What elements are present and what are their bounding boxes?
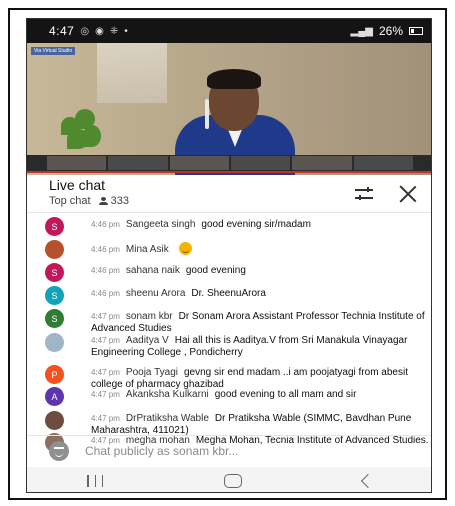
phone-screen: 4:47 ◎ ◉ ⁜ • ▂▄▆ 26% Via Virtual Studio — [26, 18, 432, 493]
whatsapp-icon: ◎ — [80, 25, 90, 37]
avatar[interactable]: P — [45, 365, 64, 384]
earphone-wire — [205, 99, 209, 129]
message-body: Dr. SheenuArora — [191, 288, 266, 299]
chat-header: Live chat Top chat 333 — [27, 175, 431, 213]
viewer-count-value: 333 — [110, 195, 129, 207]
avatar[interactable]: A — [45, 387, 64, 406]
participant-thumbnail[interactable] — [108, 156, 168, 170]
avatar[interactable] — [45, 240, 64, 259]
participant-thumbnail[interactable] — [47, 156, 107, 170]
message-time: 4:47 pm — [91, 312, 120, 321]
status-left: 4:47 ◎ ◉ ⁜ • — [49, 24, 128, 38]
filter-icon[interactable] — [355, 187, 373, 201]
avatar[interactable]: S — [45, 286, 64, 305]
avatar[interactable]: S — [45, 263, 64, 282]
chrome-icon: ◉ — [95, 25, 104, 37]
chat-message-text: 4:47 pm Akanksha Kulkarni good evening to … — [91, 389, 431, 401]
message-time: 4:47 pm — [91, 390, 120, 399]
message-time: 4:46 pm — [91, 266, 120, 275]
avatar[interactable]: S — [45, 309, 64, 328]
chat-message-text: 4:47 pm DrPratiksha Wable Dr Pratiksha Wab… — [91, 413, 431, 436]
message-author[interactable]: Akanksha Kulkarni — [126, 389, 209, 400]
avatar[interactable] — [45, 411, 64, 430]
participant-thumbnail[interactable] — [353, 156, 413, 170]
back-icon[interactable] — [360, 473, 375, 488]
battery-percent: 26% — [378, 24, 403, 38]
avatar[interactable] — [45, 333, 64, 352]
status-right: ▂▄▆ 26% — [350, 24, 423, 38]
video-window-light — [97, 43, 167, 103]
close-icon[interactable] — [399, 185, 417, 203]
video-progress-bar[interactable] — [27, 171, 431, 173]
wifi-signal-icon: ⁜ — [109, 25, 119, 37]
participant-thumbnail[interactable] — [169, 156, 229, 170]
message-author[interactable]: Pooja Tyagi — [126, 367, 178, 378]
message-time: 4:47 pm — [91, 414, 120, 423]
chat-input-placeholder[interactable]: Chat publicly as sonam kbr... — [85, 444, 238, 458]
message-author[interactable]: Aaditya V — [126, 335, 169, 346]
message-body: good evening sir/madam — [201, 219, 311, 230]
message-time: 4:46 pm — [91, 245, 120, 254]
chat-input[interactable]: Chat publicly as sonam kbr... — [27, 435, 431, 465]
message-time: 4:47 pm — [91, 336, 120, 345]
chat-message-text: 4:46 pm Mina Asik — [91, 242, 431, 256]
message-author[interactable]: sonam kbr — [126, 311, 173, 322]
emoji-icon — [178, 242, 192, 255]
participant-thumbnail[interactable] — [292, 156, 352, 170]
participant-thumbnails — [27, 155, 431, 171]
message-time: 4:47 pm — [91, 368, 120, 377]
message-author[interactable]: Sangeeta singh — [126, 219, 196, 230]
recents-icon[interactable] — [87, 474, 104, 487]
chat-message-text: 4:46 pm Sangeeta singh good evening sir/ma… — [91, 219, 431, 231]
avatar[interactable]: S — [45, 217, 64, 236]
chat-mode-label: Top chat — [49, 195, 91, 207]
chat-message-text: 4:46 pm sheenu Arora Dr. SheenuArora — [91, 288, 431, 300]
chat-messages[interactable]: S 4:46 pm Sangeeta singh good evening sir/m… — [27, 213, 431, 452]
message-time: 4:46 pm — [91, 289, 120, 298]
android-nav-bar — [27, 467, 431, 492]
status-bar: 4:47 ◎ ◉ ⁜ • ▂▄▆ 26% — [27, 19, 431, 43]
message-time: 4:46 pm — [91, 220, 120, 229]
dot-icon: • — [124, 25, 128, 37]
message-author[interactable]: Mina Asik — [126, 244, 169, 255]
speaker-hair — [207, 69, 261, 89]
signal-icon: ▂▄▆ — [350, 25, 373, 37]
message-body: good evening — [185, 265, 246, 276]
battery-icon — [409, 27, 423, 35]
chat-message-text: 4:47 pm Pooja Tyagi gevng sir end madam ..… — [91, 367, 431, 390]
chat-message-text: 4:47 pm Aaditya V Hai all this is Aaditya.… — [91, 335, 431, 358]
status-time: 4:47 — [49, 24, 75, 38]
chat-title: Live chat — [49, 177, 106, 193]
message-author[interactable]: sheenu Arora — [126, 288, 186, 299]
message-body: good evening to all mam and sir — [214, 389, 357, 400]
participant-thumbnail[interactable] — [230, 156, 291, 170]
message-author[interactable]: DrPratiksha Wable — [126, 413, 209, 424]
chat-message-text: 4:47 pm sonam kbr Dr Sonam Arora Assistant… — [91, 311, 431, 334]
home-icon[interactable] — [223, 473, 242, 488]
message-author[interactable]: sahana naik — [126, 265, 180, 276]
video-watermark: Via Virtual Studio — [31, 47, 76, 55]
chat-message-text: 4:46 pm sahana naik good evening — [91, 265, 431, 277]
emoji-icon[interactable] — [49, 440, 69, 461]
viewer-count: 333 — [98, 195, 129, 207]
viewers-icon — [98, 197, 108, 205]
chat-mode-selector[interactable]: Top chat 333 — [49, 195, 129, 207]
